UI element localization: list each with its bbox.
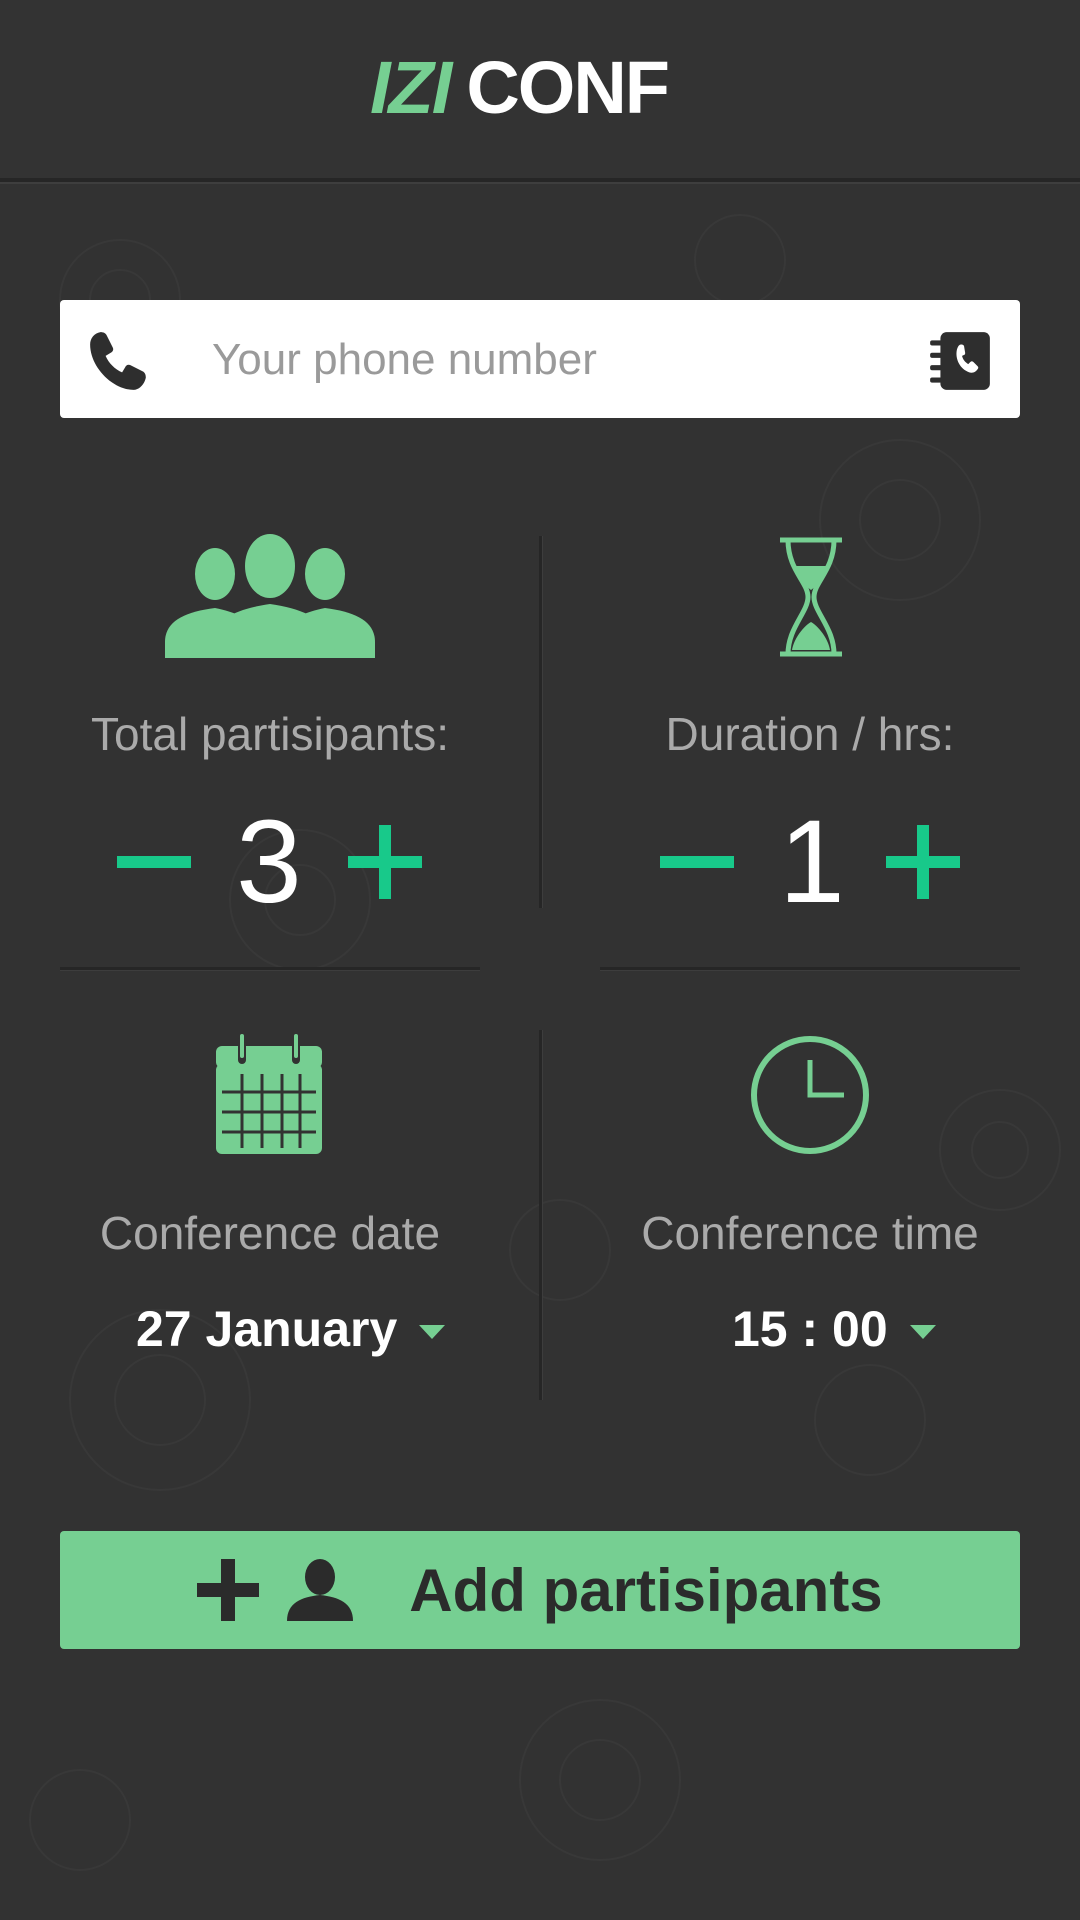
contacts-book-icon[interactable]: [926, 328, 994, 394]
duration-value: 1: [779, 796, 845, 928]
date-select[interactable]: 27 January: [136, 1300, 446, 1358]
minus-icon: [117, 856, 191, 868]
clock-icon: [751, 1036, 869, 1154]
phone-field[interactable]: [60, 300, 1020, 418]
plus-icon: [348, 825, 422, 899]
add-participants-label: Add partisipants: [409, 1556, 883, 1624]
logo-conf: CONF: [466, 46, 670, 129]
participants-increment-button[interactable]: [343, 820, 427, 904]
minus-icon: [660, 856, 734, 868]
add-participants-button[interactable]: Add partisipants: [60, 1531, 1020, 1649]
chevron-down-icon: [419, 1325, 446, 1339]
date-value: 27 January: [136, 1301, 398, 1357]
logo-izi: IZI: [370, 46, 452, 129]
duration-label: Duration / hrs:: [665, 708, 955, 760]
duration-decrement-button[interactable]: [655, 820, 739, 904]
duration-increment-button[interactable]: [881, 820, 965, 904]
divider-horizontal-left: [60, 967, 480, 970]
phone-number-input[interactable]: [210, 320, 934, 400]
person-icon: [287, 1559, 354, 1621]
divider-vertical-top: [539, 536, 542, 908]
participants-label: Total partisipants:: [91, 708, 449, 760]
phone-icon: [90, 332, 146, 390]
hourglass-icon: [780, 537, 842, 657]
app-logo: IZI CONF: [370, 46, 670, 129]
plus-icon: [886, 825, 960, 899]
chevron-down-icon: [909, 1325, 936, 1339]
app-header: IZI CONF: [0, 0, 1080, 182]
time-label: Conference time: [641, 1207, 979, 1259]
date-label: Conference date: [99, 1207, 441, 1259]
participants-decrement-button[interactable]: [112, 820, 196, 904]
group-icon: [165, 534, 375, 658]
time-value: 15 : 00: [732, 1301, 888, 1357]
participants-value: 3: [236, 796, 302, 928]
plus-icon: [197, 1559, 260, 1621]
time-select[interactable]: 15 : 00: [732, 1300, 936, 1358]
divider-horizontal-right: [600, 967, 1020, 970]
calendar-icon: [216, 1034, 322, 1154]
